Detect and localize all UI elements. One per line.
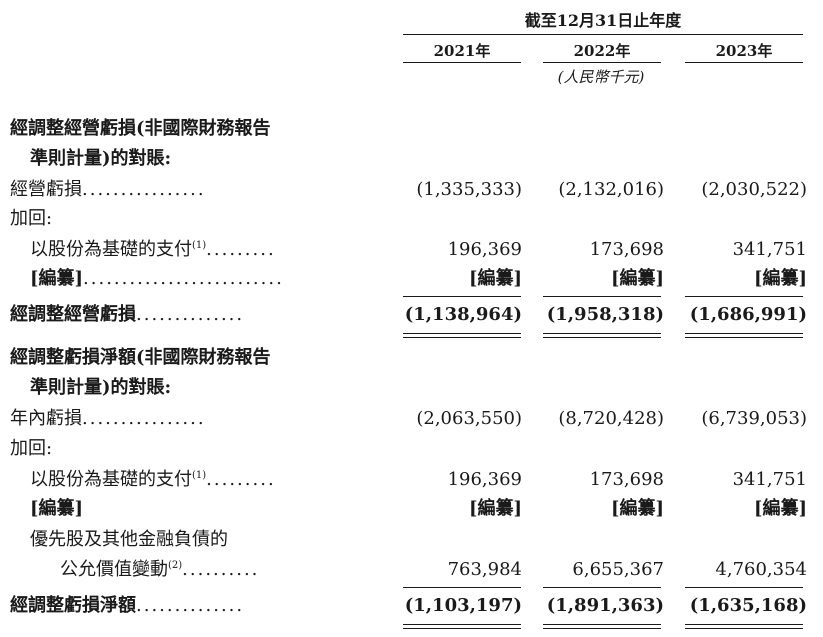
annual-loss-2021: (2,063,550) [416, 408, 522, 429]
adjusted-net-loss-2022: (1,891,363) [546, 595, 664, 616]
subtotal-rule-2022-2 [543, 587, 661, 588]
operating-loss-2022: (2,132,016) [558, 179, 664, 200]
fair-value-2023: 4,760,354 [715, 559, 807, 580]
subtotal-rule-2023-1 [685, 296, 803, 297]
annual-loss-label: 年內虧損................ [10, 408, 206, 429]
adjusted-net-loss-2023: (1,635,168) [689, 595, 807, 616]
share-based-2022-1: 173,698 [589, 239, 664, 260]
share-based-2023-2: 341,751 [732, 469, 807, 490]
section1-title-line2: 準則計量)的對賬: [30, 148, 172, 169]
total-double-rule-2021-2 [403, 624, 521, 629]
operating-loss-2021: (1,335,333) [416, 179, 522, 200]
annual-loss-2023: (6,739,053) [701, 408, 807, 429]
redacted-2021-2: [編纂] [468, 498, 522, 519]
operating-loss-label: 經營虧損................ [10, 179, 206, 200]
period-heading: 截至12月31日止年度 [524, 11, 682, 30]
operating-loss-2023: (2,030,522) [701, 179, 807, 200]
subtotal-rule-2023-2 [685, 587, 803, 588]
adjusted-operating-loss-2022: (1,958,318) [546, 304, 664, 325]
period-rule [403, 34, 803, 35]
year-header-2021: 2021年 [433, 42, 491, 60]
share-based-label-1: 以股份為基礎的支付(1)......... [30, 239, 276, 260]
redacted-label-1: [編纂].......................... [30, 268, 284, 289]
total-double-rule-2021-1 [403, 333, 521, 338]
subtotal-rule-2021-1 [403, 296, 521, 297]
fair-value-label: 公允價值變動(2).......... [60, 559, 260, 580]
adjusted-operating-loss-2023: (1,686,991) [689, 304, 807, 325]
section1-title-line1: 經調整經營虧損(非國際財務報告 [10, 118, 271, 139]
annual-loss-2022: (8,720,428) [558, 408, 664, 429]
fair-value-2021: 763,984 [447, 559, 522, 580]
share-based-2022-2: 173,698 [589, 469, 664, 490]
section2-title-line2: 準則計量)的對賬: [30, 377, 172, 398]
share-based-2021-1: 196,369 [447, 239, 522, 260]
year-rule-2021 [403, 62, 521, 63]
fair-value-label-line1: 優先股及其他金融負債的 [30, 529, 228, 550]
redacted-label-2: [編纂] [30, 498, 84, 519]
redacted-2023-2: [編纂] [753, 498, 807, 519]
redacted-2022-2: [編纂] [610, 498, 664, 519]
add-back-label-2: 加回: [10, 438, 53, 459]
year-rule-2023 [685, 62, 803, 63]
adjusted-operating-loss-label: 經調整經營虧損.............. [10, 304, 245, 325]
section2-title-line1: 經調整虧損淨額(非國際財務報告 [10, 347, 271, 368]
year-rule-2022 [543, 62, 661, 63]
redacted-2023-1: [編纂] [753, 268, 807, 289]
redacted-2021-1: [編纂] [468, 268, 522, 289]
total-double-rule-2023-2 [685, 624, 803, 629]
total-double-rule-2022-2 [543, 624, 661, 629]
adjusted-net-loss-label: 經調整虧損淨額.............. [10, 595, 245, 616]
add-back-label-1: 加回: [10, 208, 53, 229]
fair-value-2022: 6,655,367 [572, 559, 664, 580]
adjusted-operating-loss-2021: (1,138,964) [404, 304, 522, 325]
subtotal-rule-2022-1 [543, 296, 661, 297]
redacted-2022-1: [編纂] [610, 268, 664, 289]
share-based-2023-1: 341,751 [732, 239, 807, 260]
share-based-label-2: 以股份為基礎的支付(1)......... [30, 469, 276, 490]
subtotal-rule-2021-2 [403, 587, 521, 588]
total-double-rule-2023-1 [685, 333, 803, 338]
unit-label: (人民幣千元) [557, 68, 645, 86]
year-header-2022: 2022年 [573, 42, 631, 60]
total-double-rule-2022-1 [543, 333, 661, 338]
share-based-2021-2: 196,369 [447, 469, 522, 490]
adjusted-net-loss-2021: (1,103,197) [404, 595, 522, 616]
year-header-2023: 2023年 [715, 42, 773, 60]
